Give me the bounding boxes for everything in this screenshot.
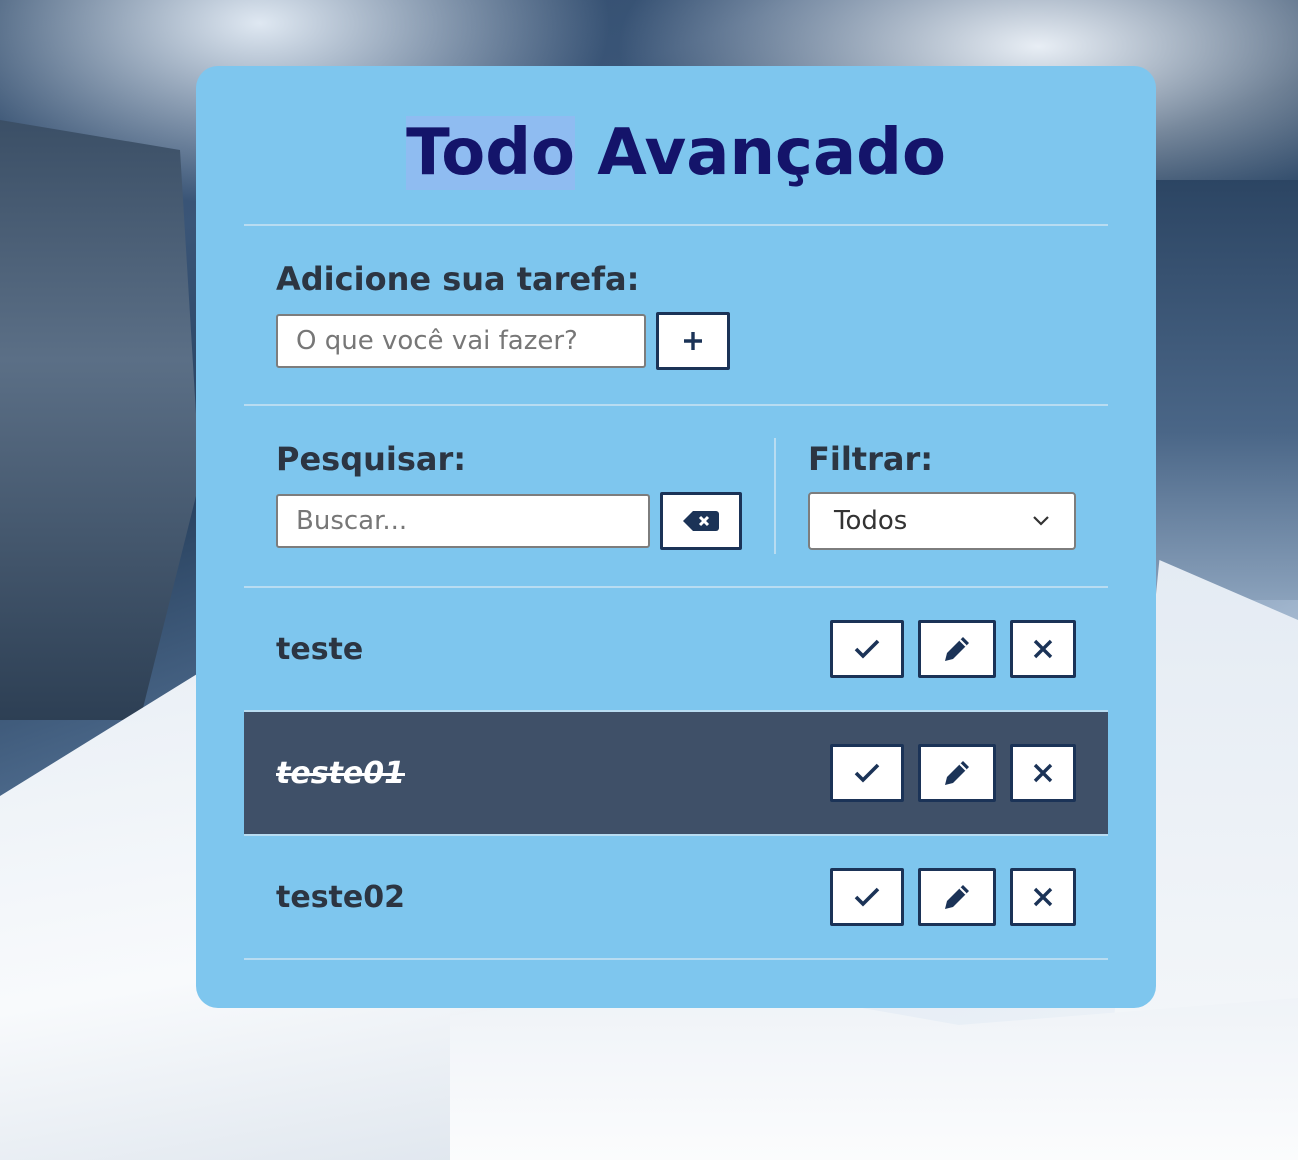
delete-button[interactable] [1010, 868, 1076, 926]
page-title-rest: Avançado [575, 116, 946, 190]
background-rock-right [1150, 180, 1298, 600]
filter-selected-value: Todos [834, 506, 908, 536]
todo-text: teste [276, 631, 364, 667]
background-rock [0, 120, 200, 720]
vertical-separator [774, 438, 776, 554]
close-icon [1033, 639, 1053, 659]
todo-item: teste02 [244, 836, 1108, 960]
pencil-icon [945, 761, 969, 785]
pencil-icon [945, 637, 969, 661]
plus-icon [684, 332, 702, 350]
check-icon [854, 763, 880, 783]
page-title-highlighted: Todo [406, 116, 575, 190]
backspace-icon [683, 511, 719, 531]
search-filter-section: Pesquisar: Filtrar: Todos [244, 406, 1108, 586]
complete-button[interactable] [830, 868, 904, 926]
clear-search-button[interactable] [660, 492, 742, 550]
add-label: Adicione sua tarefa: [276, 260, 640, 298]
task-input[interactable] [276, 314, 646, 368]
search-input[interactable] [276, 494, 650, 548]
edit-button[interactable] [918, 868, 996, 926]
add-button[interactable] [656, 312, 730, 370]
todo-text: teste02 [276, 879, 405, 915]
page-title: Todo Avançado [244, 66, 1108, 224]
edit-button[interactable] [918, 744, 996, 802]
check-icon [854, 887, 880, 907]
todo-card: Todo Avançado Adicione sua tarefa: Pesqu… [196, 66, 1156, 1008]
check-icon [854, 639, 880, 659]
close-icon [1033, 887, 1053, 907]
todo-item-done: teste01 [244, 712, 1108, 836]
filter-select[interactable]: Todos [808, 492, 1076, 550]
delete-button[interactable] [1010, 744, 1076, 802]
chevron-down-icon [1033, 516, 1049, 526]
filter-label: Filtrar: [808, 440, 934, 478]
complete-button[interactable] [830, 744, 904, 802]
add-section: Adicione sua tarefa: [244, 226, 1108, 404]
search-label: Pesquisar: [276, 440, 467, 478]
complete-button[interactable] [830, 620, 904, 678]
pencil-icon [945, 885, 969, 909]
close-icon [1033, 763, 1053, 783]
todo-item: teste [244, 588, 1108, 712]
todo-list: teste teste01 teste02 [244, 588, 1108, 960]
edit-button[interactable] [918, 620, 996, 678]
delete-button[interactable] [1010, 620, 1076, 678]
todo-text: teste01 [276, 755, 405, 791]
